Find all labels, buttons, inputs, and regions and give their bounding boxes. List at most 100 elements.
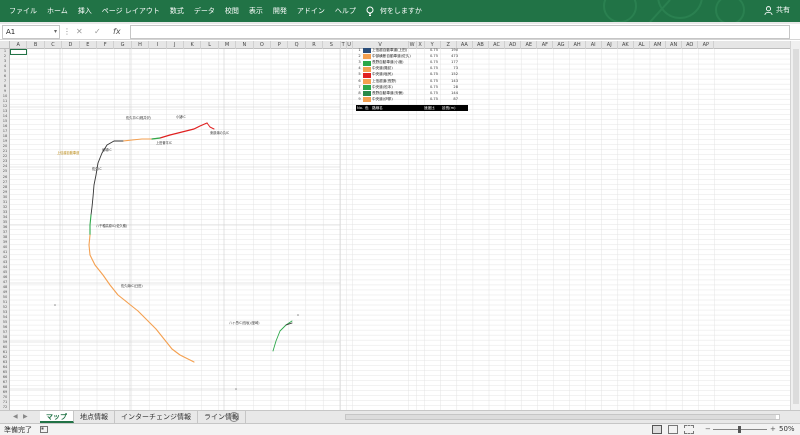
macro-record-icon[interactable] — [40, 426, 48, 433]
route-orange-main — [88, 234, 195, 363]
column-header[interactable]: AD — [505, 41, 522, 49]
selected-cell-a1[interactable] — [10, 49, 27, 55]
ribbon-tab[interactable]: アドイン — [292, 6, 330, 16]
chevron-down-icon[interactable]: ▾ — [54, 26, 57, 38]
column-header[interactable]: AC — [489, 41, 506, 49]
column-header[interactable]: S — [323, 41, 341, 49]
column-header[interactable]: G — [114, 41, 132, 49]
next-sheet-icon[interactable]: ▶ — [23, 413, 28, 420]
legend-name: 中央道(塩尻) — [372, 72, 393, 77]
column-header[interactable]: AI — [586, 41, 602, 49]
ribbon-tab[interactable]: 校閲 — [220, 6, 244, 16]
column-header[interactable]: C — [45, 41, 63, 49]
column-header[interactable]: M — [219, 41, 237, 49]
column-header[interactable]: H — [132, 41, 150, 49]
formula-input[interactable] — [130, 25, 790, 39]
column-header[interactable]: AH — [570, 41, 586, 49]
column-header[interactable]: O — [254, 41, 271, 49]
column-header[interactable]: AM — [650, 41, 667, 49]
share-label: 共有 — [776, 6, 790, 14]
legend-row: 1 上信越自動車道(上田) 0.75 190 — [356, 48, 468, 54]
column-header[interactable]: F — [97, 41, 115, 49]
ribbon-tab[interactable]: 数式 — [165, 6, 189, 16]
map-label: 佐久平IC(軽井沢) — [126, 116, 151, 120]
column-header[interactable]: AJ — [602, 41, 618, 49]
column-header[interactable]: B — [27, 41, 45, 49]
legend-row: 6 上信越道(長野) 0.75 143 — [356, 79, 468, 85]
zoom-in-button[interactable]: + — [770, 425, 776, 433]
view-buttons — [652, 425, 700, 434]
zoom-slider-knob[interactable] — [738, 426, 741, 433]
column-header[interactable]: J — [167, 41, 184, 49]
column-header[interactable]: AB — [473, 41, 489, 49]
enter-button[interactable]: ✓ — [94, 25, 101, 39]
column-header[interactable]: R — [306, 41, 324, 49]
column-header[interactable]: I — [149, 41, 167, 49]
vertical-scroll-thumb[interactable] — [793, 49, 799, 404]
map-label: 東部湯の丸IC — [210, 131, 230, 135]
ribbon-tab[interactable]: ホーム — [42, 6, 73, 16]
page-layout-view-icon[interactable] — [668, 425, 678, 434]
name-box[interactable]: A1 ▾ — [2, 25, 60, 39]
column-header[interactable]: N — [236, 41, 254, 49]
column-header[interactable]: AG — [553, 41, 570, 49]
legend-length: 87 — [453, 96, 458, 101]
legend-length: 144 — [451, 90, 458, 95]
tell-me-search[interactable]: 何をしますか — [365, 6, 422, 16]
ribbon-tab[interactable]: ヘルプ — [330, 6, 361, 16]
legend-header: No. 色 路線名 速度比 延長(m) — [356, 105, 468, 111]
ribbon-tab[interactable]: 表示 — [244, 6, 268, 16]
column-header[interactable]: K — [184, 41, 202, 49]
page-break-view-icon[interactable] — [684, 425, 694, 434]
column-header[interactable]: AO — [682, 41, 699, 49]
column-header[interactable]: L — [201, 41, 219, 49]
column-header[interactable]: E — [80, 41, 97, 49]
ribbon-tab[interactable]: 開発 — [268, 6, 292, 16]
legend-name: 上信越道(長野) — [372, 78, 397, 83]
column-header[interactable]: AF — [537, 41, 554, 49]
column-header[interactable]: AP — [698, 41, 715, 49]
column-header[interactable]: AN — [666, 41, 683, 49]
add-sheet-button[interactable]: + — [229, 412, 239, 422]
column-header[interactable]: AK — [618, 41, 634, 49]
column-header[interactable]: AL — [634, 41, 650, 49]
legend-no: 3 — [358, 60, 361, 65]
ribbon-tab[interactable]: ページ レイアウト — [97, 6, 165, 16]
legend-name: 中央道(伊那) — [372, 96, 393, 101]
legend-header-name: 路線名 — [372, 106, 383, 110]
ribbon-tab[interactable]: ファイル — [4, 6, 42, 16]
sheet-tab[interactable]: マップ — [40, 411, 74, 423]
column-header[interactable]: D — [62, 41, 80, 49]
legend-no: 6 — [358, 78, 361, 83]
cancel-button[interactable]: ✕ — [76, 25, 83, 39]
ribbon-tab[interactable]: 挿入 — [73, 6, 97, 16]
select-all-corner[interactable] — [0, 41, 10, 49]
legend-speed: 0.75 — [429, 66, 438, 71]
horizontal-scroll-thumb[interactable] — [346, 415, 776, 419]
legend-name: 長野自動車道(小諸) — [372, 60, 404, 65]
horizontal-scrollbar[interactable] — [345, 414, 780, 420]
row-headers: 1 2 3 4 5 6 7 8 9 10 11 12 13 14 15 16 17 18 19 20 21 22 23 24 2… — [0, 49, 10, 410]
ribbon-decoration — [603, 0, 745, 22]
legend-length: 28 — [453, 84, 458, 89]
ribbon-tab[interactable]: データ — [189, 6, 220, 16]
insert-function-button[interactable]: fx — [113, 25, 121, 39]
column-header[interactable]: P — [271, 41, 289, 49]
vertical-scrollbar[interactable] — [790, 41, 800, 410]
sheet-tab[interactable]: インターチェンジ情報 — [115, 411, 198, 423]
cell-area[interactable] — [10, 49, 790, 410]
normal-view-icon[interactable] — [652, 425, 662, 434]
prev-sheet-icon[interactable]: ◀ — [13, 413, 18, 420]
legend-row: 2 中部横断自動車道(佐久) 0.75 473 — [356, 54, 468, 60]
legend-speed: 0.75 — [429, 90, 438, 95]
zoom-out-button[interactable]: − — [705, 425, 711, 433]
share-button[interactable]: 共有 — [764, 5, 790, 15]
status-bar: 準備完了 − + 50% — [0, 423, 800, 435]
formula-bar: A1 ▾ ⋮ ✕ ✓ fx — [0, 24, 800, 40]
column-header[interactable]: A — [10, 41, 28, 49]
zoom-level[interactable]: 50% — [779, 425, 795, 433]
column-header[interactable]: AE — [521, 41, 538, 49]
sheet-tab[interactable]: 地点情報 — [74, 411, 115, 423]
column-header[interactable]: Q — [288, 41, 306, 49]
legend-name: 上信越自動車道(上田) — [372, 48, 408, 52]
